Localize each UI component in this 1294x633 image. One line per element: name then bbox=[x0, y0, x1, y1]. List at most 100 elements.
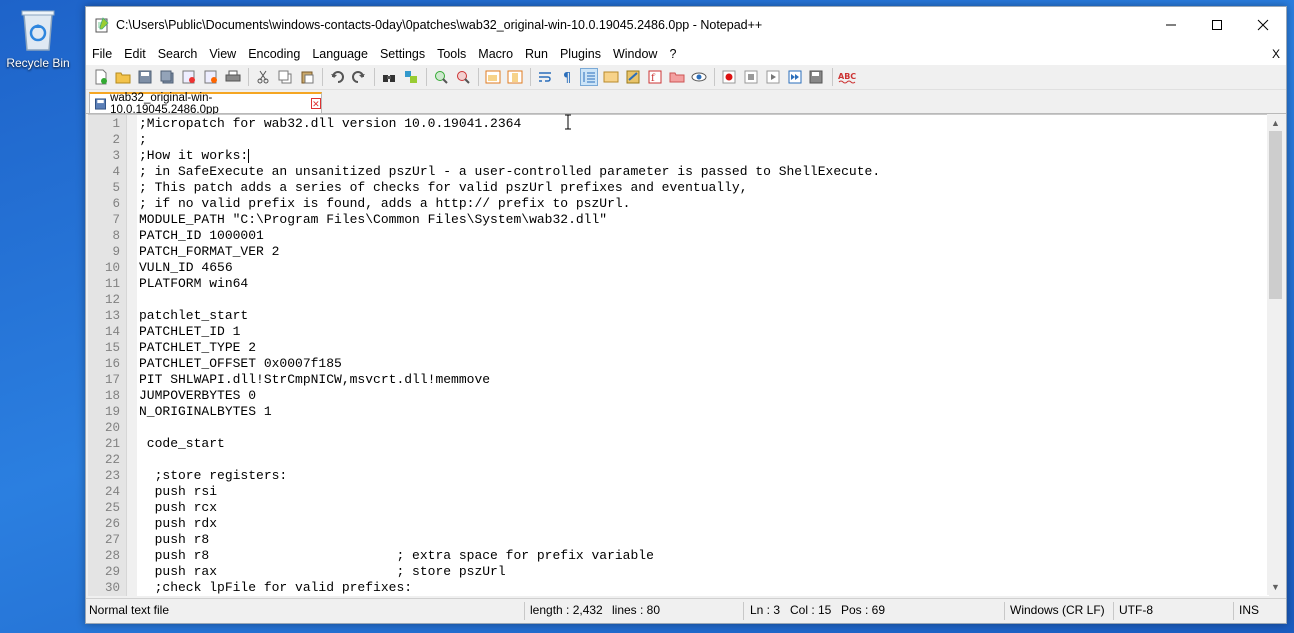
tab-wab32-file[interactable]: wab32_original-win-10.0.19045.2486.0pp ✕ bbox=[89, 92, 322, 116]
menu-plugins[interactable]: Plugins bbox=[554, 47, 607, 61]
run-macro-multiple-button[interactable] bbox=[786, 68, 804, 86]
line-number: 15 bbox=[104, 341, 120, 355]
stop-macro-button[interactable] bbox=[742, 68, 760, 86]
minimize-button[interactable] bbox=[1148, 7, 1194, 43]
spell-check-icon: ABC bbox=[838, 72, 856, 84]
code-line[interactable]: 27 push r8 bbox=[88, 532, 1269, 548]
code-line[interactable]: 14 PATCHLET_ID 1 bbox=[88, 324, 1269, 340]
save-macro-button[interactable] bbox=[808, 68, 826, 86]
replace-button[interactable] bbox=[402, 68, 420, 86]
code-line[interactable]: 22 bbox=[88, 452, 1269, 468]
menu-settings[interactable]: Settings bbox=[374, 47, 431, 61]
menu-encoding[interactable]: Encoding bbox=[242, 47, 306, 61]
save-button[interactable] bbox=[136, 68, 154, 86]
code-text: patchlet_start bbox=[139, 308, 249, 323]
code-line[interactable]: 20 bbox=[88, 420, 1269, 436]
undo-icon bbox=[331, 71, 344, 83]
status-eol[interactable]: Windows (CR LF) bbox=[1010, 603, 1105, 617]
word-wrap-button[interactable] bbox=[536, 68, 554, 86]
redo-button[interactable] bbox=[350, 68, 368, 86]
folder-workspace-button[interactable] bbox=[668, 68, 686, 86]
tab-close-icon[interactable]: ✕ bbox=[310, 98, 321, 109]
menu-file[interactable]: File bbox=[86, 47, 118, 61]
record-macro-button[interactable] bbox=[720, 68, 738, 86]
maximize-button[interactable] bbox=[1194, 7, 1240, 43]
monitoring-button[interactable] bbox=[690, 68, 708, 86]
menu-search[interactable]: Search bbox=[152, 47, 204, 61]
code-line[interactable]: 10 VULN_ID 4656 bbox=[88, 260, 1269, 276]
undo-button[interactable] bbox=[328, 68, 346, 86]
code-text: push rsi bbox=[139, 484, 218, 499]
code-line[interactable]: 5 ; This patch adds a series of checks fo… bbox=[88, 180, 1269, 196]
cut-button[interactable] bbox=[254, 68, 272, 86]
scroll-up-icon[interactable]: ▲ bbox=[1267, 114, 1284, 131]
code-line[interactable]: 26 push rdx bbox=[88, 516, 1269, 532]
code-line[interactable]: 28 push r8 ; extra space for prefix vari… bbox=[88, 548, 1269, 564]
code-line[interactable]: 30 ;check lpFile for valid prefixes: bbox=[88, 580, 1269, 596]
save-all-button[interactable] bbox=[158, 68, 176, 86]
doc-map-button[interactable] bbox=[624, 68, 642, 86]
code-line[interactable]: 17 PIT SHLWAPI.dll!StrCmpNICW,msvcrt.dll!… bbox=[88, 372, 1269, 388]
code-line[interactable]: 2; bbox=[88, 132, 1269, 148]
menu-window[interactable]: Window bbox=[607, 47, 663, 61]
menu-macro[interactable]: Macro bbox=[472, 47, 519, 61]
code-text: MODULE_PATH "C:\Program Files\Common Fil… bbox=[139, 212, 608, 227]
close-document-button[interactable]: X bbox=[1272, 47, 1280, 61]
code-line[interactable]: 16 PATCHLET_OFFSET 0x0007f185 bbox=[88, 356, 1269, 372]
zoom-in-button[interactable] bbox=[432, 68, 450, 86]
code-line[interactable]: 23 ;store registers: bbox=[88, 468, 1269, 484]
show-all-chars-button[interactable]: ¶ bbox=[558, 68, 576, 86]
zoom-out-button[interactable] bbox=[454, 68, 472, 86]
indent-guide-button[interactable] bbox=[580, 68, 598, 86]
menu-run[interactable]: Run bbox=[519, 47, 554, 61]
new-file-button[interactable] bbox=[92, 68, 110, 86]
scroll-down-icon[interactable]: ▼ bbox=[1267, 578, 1284, 595]
menu-tools[interactable]: Tools bbox=[431, 47, 472, 61]
print-button[interactable] bbox=[224, 68, 242, 86]
code-line[interactable]: 29 push rax ; store pszUrl bbox=[88, 564, 1269, 580]
code-line[interactable]: 15 PATCHLET_TYPE 2 bbox=[88, 340, 1269, 356]
code-line[interactable]: 12 bbox=[88, 292, 1269, 308]
status-encoding[interactable]: UTF-8 bbox=[1119, 603, 1153, 617]
line-number: 9 bbox=[112, 245, 120, 259]
code-line[interactable]: 6 ; if no valid prefix is found, adds a h… bbox=[88, 196, 1269, 212]
paste-button[interactable] bbox=[298, 68, 316, 86]
copy-button[interactable] bbox=[276, 68, 294, 86]
find-button[interactable] bbox=[380, 68, 398, 86]
close-all-button[interactable] bbox=[202, 68, 220, 86]
code-line[interactable]: 21 code_start bbox=[88, 436, 1269, 452]
user-lang-button[interactable] bbox=[602, 68, 620, 86]
code-line[interactable]: 18 JUMPOVERBYTES 0 bbox=[88, 388, 1269, 404]
play-macro-button[interactable] bbox=[764, 68, 782, 86]
code-line[interactable]: 11 PLATFORM win64 bbox=[88, 276, 1269, 292]
function-list-button[interactable]: f bbox=[646, 68, 664, 86]
code-text: PATCH_ID 1000001 bbox=[139, 228, 264, 243]
menu-language[interactable]: Language bbox=[306, 47, 374, 61]
code-line[interactable]: 19 N_ORIGINALBYTES 1 bbox=[88, 404, 1269, 420]
sync-horizontal-button[interactable] bbox=[506, 68, 524, 86]
code-line[interactable]: 3 ;How it works: bbox=[88, 148, 1269, 164]
sync-vertical-button[interactable] bbox=[484, 68, 502, 86]
spell-check-button[interactable]: ABC bbox=[838, 68, 856, 86]
editor-area[interactable]: 1 ;Micropatch for wab32.dll version 10.0.… bbox=[88, 114, 1269, 596]
code-line[interactable]: 13 patchlet_start bbox=[88, 308, 1269, 324]
code-text: ; if no valid prefix is found, adds a ht… bbox=[139, 196, 631, 211]
code-line[interactable]: 1 ;Micropatch for wab32.dll version 10.0.… bbox=[88, 116, 1269, 132]
menu-edit[interactable]: Edit bbox=[118, 47, 152, 61]
code-line[interactable]: 7 MODULE_PATH "C:\Program Files\Common Fi… bbox=[88, 212, 1269, 228]
code-line[interactable]: 24 push rsi bbox=[88, 484, 1269, 500]
close-button[interactable] bbox=[1240, 7, 1286, 43]
code-line[interactable]: 8 PATCH_ID 1000001 bbox=[88, 228, 1269, 244]
vertical-scrollbar[interactable]: ▲ ▼ bbox=[1267, 114, 1284, 595]
code-line[interactable]: 4 ; in SafeExecute an unsanitized pszUrl … bbox=[88, 164, 1269, 180]
code-line[interactable]: 9 PATCH_FORMAT_VER 2 bbox=[88, 244, 1269, 260]
status-insert-mode[interactable]: INS bbox=[1239, 603, 1259, 617]
title-bar[interactable]: C:\Users\Public\Documents\windows-contac… bbox=[86, 7, 1286, 43]
open-file-button[interactable] bbox=[114, 68, 132, 86]
close-file-button[interactable] bbox=[180, 68, 198, 86]
menu-help[interactable]: ? bbox=[663, 47, 682, 61]
code-line[interactable]: 25 push rcx bbox=[88, 500, 1269, 516]
recycle-bin[interactable]: Recycle Bin bbox=[4, 6, 72, 70]
scroll-thumb[interactable] bbox=[1269, 131, 1282, 299]
menu-view[interactable]: View bbox=[203, 47, 242, 61]
